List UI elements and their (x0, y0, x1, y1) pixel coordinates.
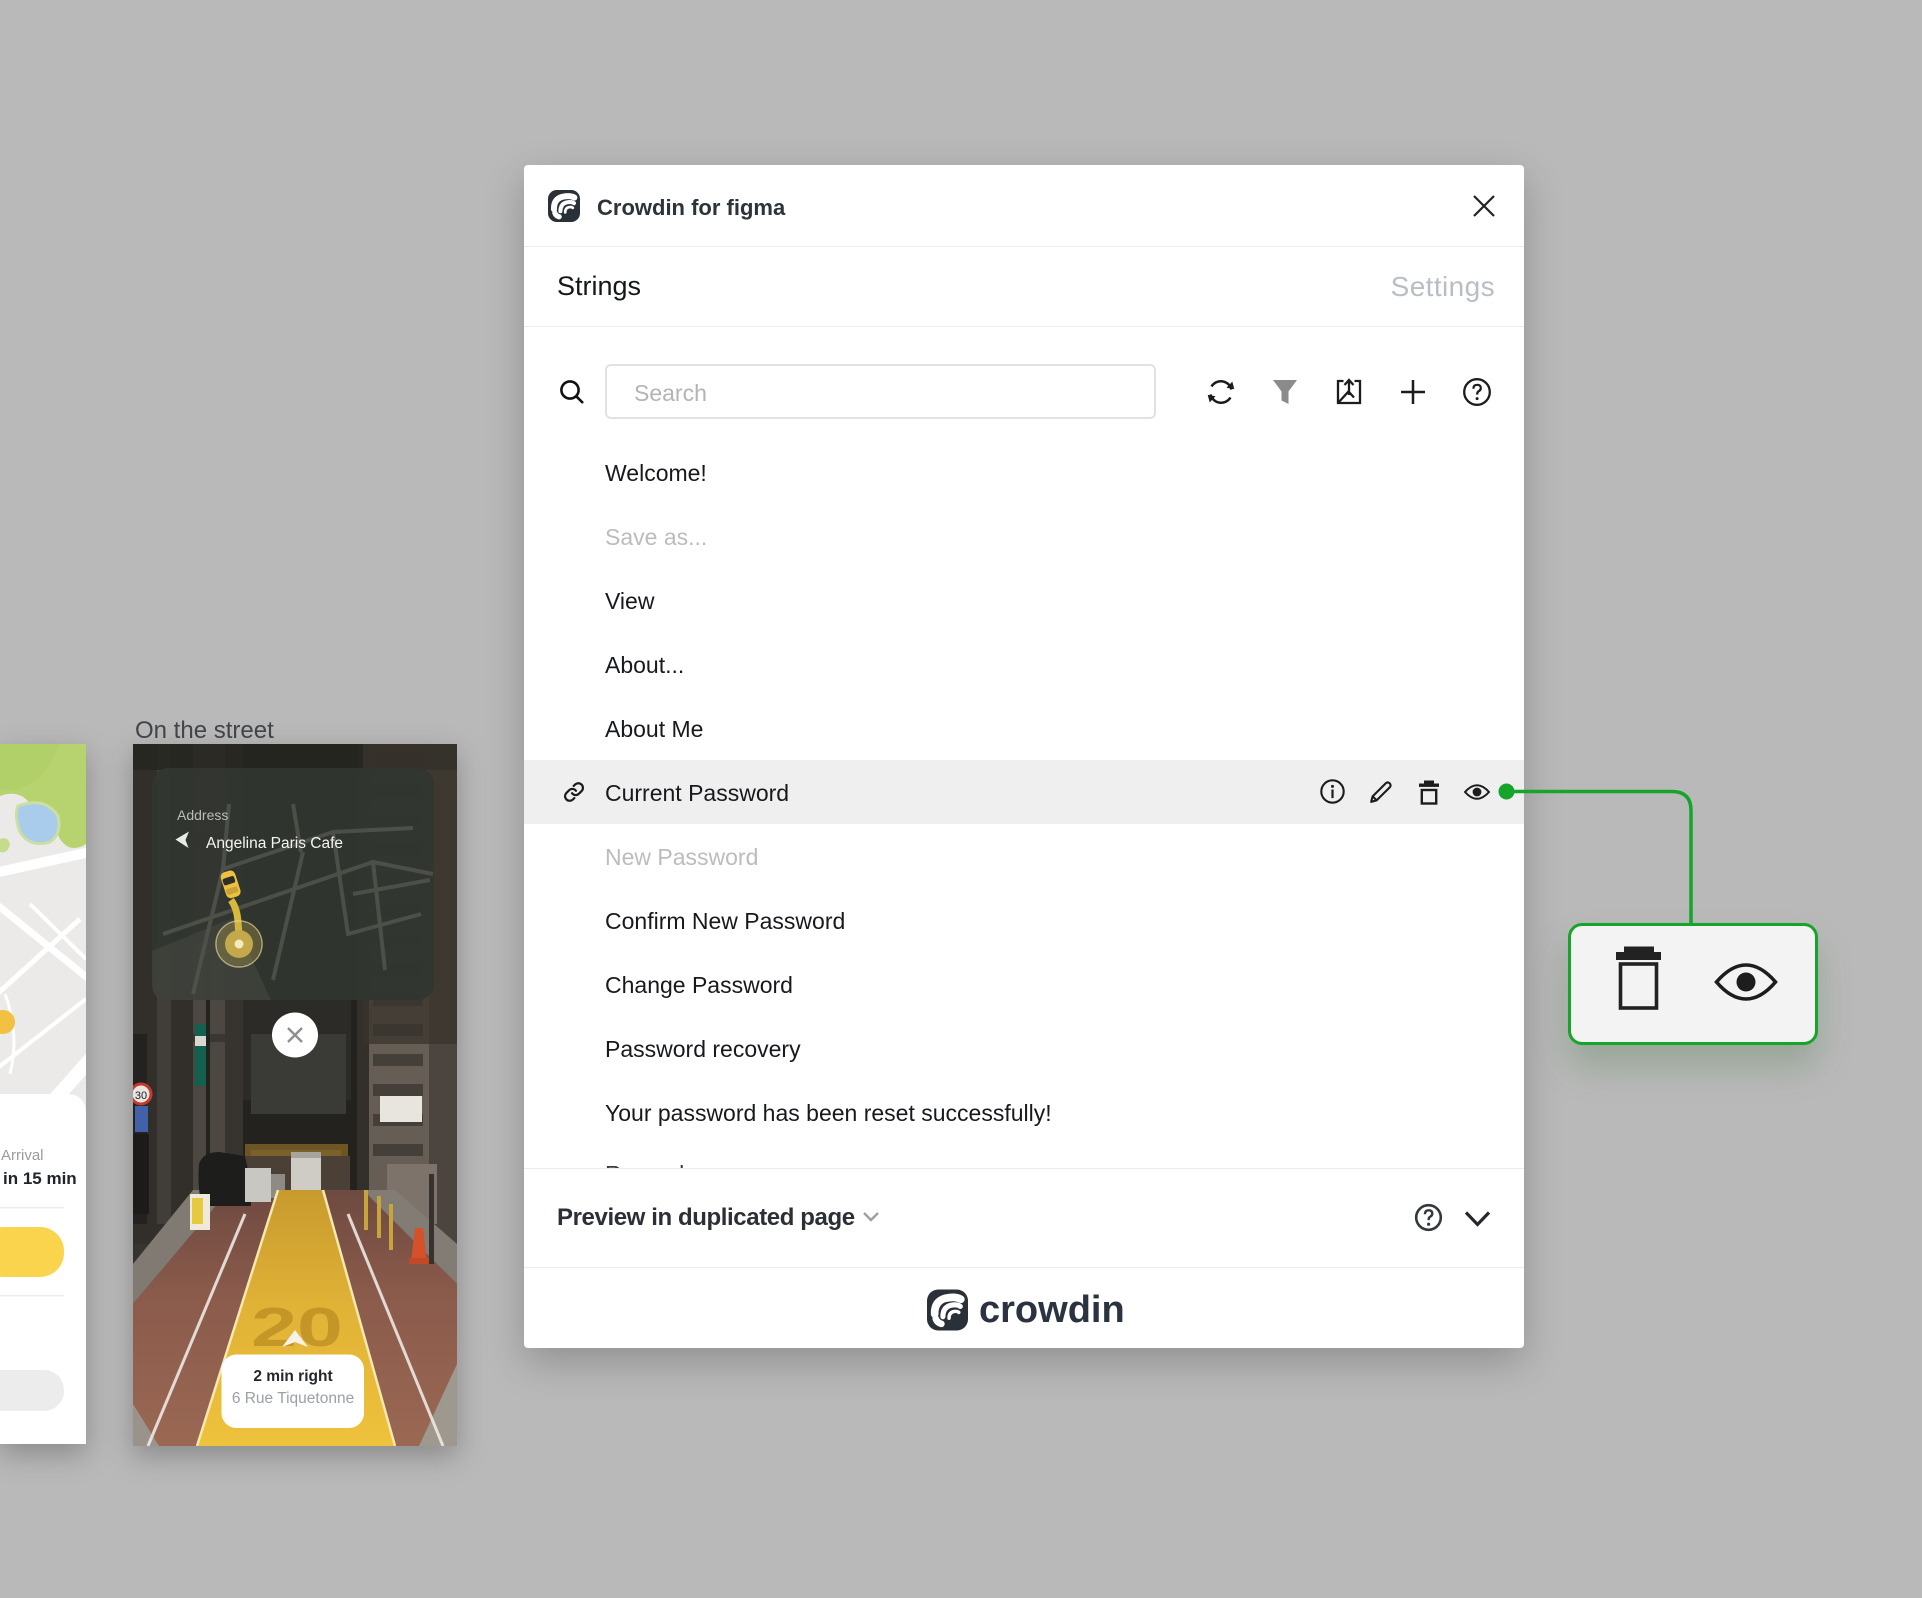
svg-text:6 Rue Tiquetonne: 6 Rue Tiquetonne (232, 1390, 354, 1407)
svg-text:20: 20 (251, 1297, 343, 1358)
svg-text:30: 30 (135, 1090, 147, 1102)
svg-text:Arrival: Arrival (1, 1147, 44, 1164)
svg-text:2 min right: 2 min right (253, 1368, 332, 1385)
svg-text:in 15 min: in 15 min (3, 1169, 77, 1188)
svg-text:Address: Address (177, 807, 228, 823)
svg-text:Angelina Paris Cafe: Angelina Paris Cafe (206, 835, 343, 852)
